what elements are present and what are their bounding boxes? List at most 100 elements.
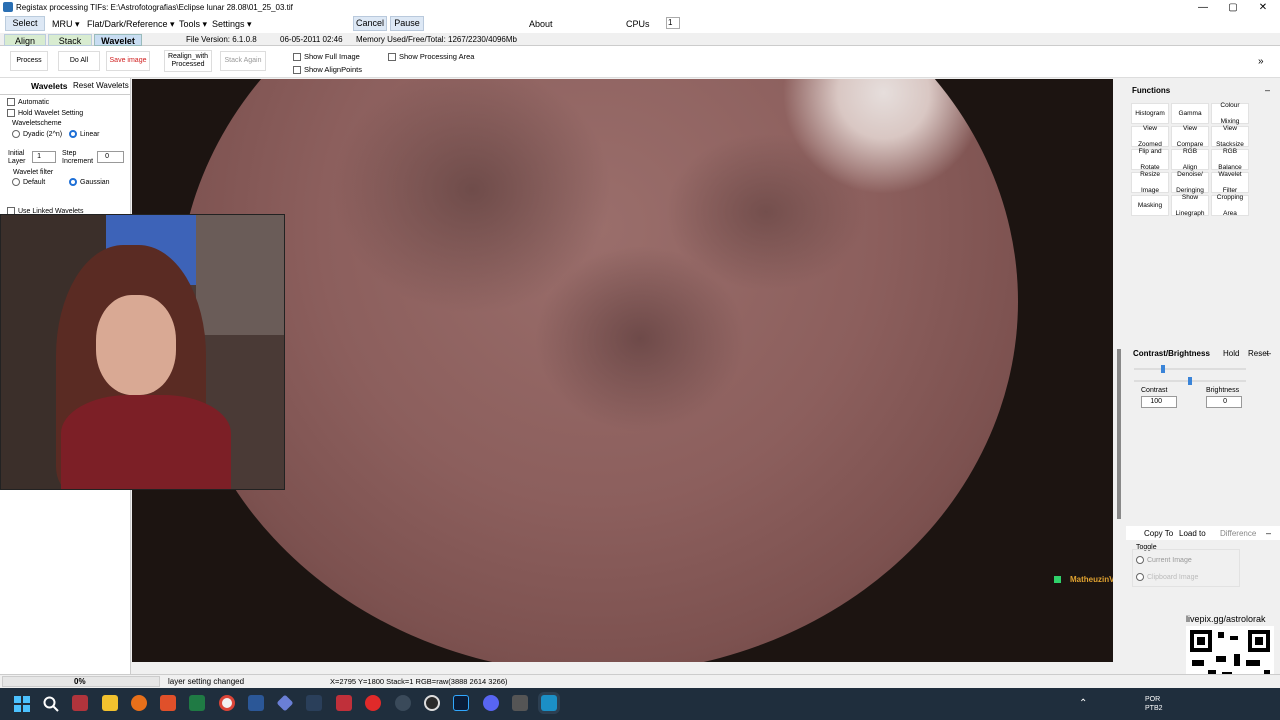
function-button[interactable]: View Stacksize (1211, 125, 1249, 148)
do-all-button[interactable]: Do All (58, 51, 100, 71)
automatic-checkbox[interactable]: Automatic (7, 98, 49, 106)
process-button[interactable]: Process (10, 51, 48, 71)
app-taskbar-icon[interactable] (395, 695, 411, 711)
cancel-button[interactable]: Cancel (353, 16, 387, 31)
menu-about[interactable]: About (529, 19, 553, 29)
step-increment-spinner[interactable]: 0 (97, 151, 124, 163)
tab-align[interactable]: Align (4, 34, 46, 46)
brightness-spinner[interactable]: 0 (1206, 396, 1242, 408)
media-player-icon[interactable] (365, 695, 381, 711)
menu-settings[interactable]: Settings ▾ (212, 19, 252, 30)
initial-layer-spinner[interactable]: 1 (32, 151, 56, 163)
checkbox-box[interactable] (7, 109, 15, 117)
app-taskbar-icon[interactable] (72, 695, 88, 711)
current-image-radio[interactable]: Current Image (1136, 556, 1192, 564)
linear-radio[interactable]: Linear (69, 130, 99, 138)
checkbox-box[interactable] (293, 53, 301, 62)
checkbox-box[interactable] (293, 66, 301, 75)
stack-again-button[interactable]: Stack Again (220, 51, 266, 71)
app-taskbar-icon[interactable] (336, 695, 352, 711)
word-icon[interactable] (248, 695, 264, 711)
excel-icon[interactable] (189, 695, 205, 711)
function-button[interactable]: Show Linegraph (1171, 194, 1209, 217)
function-button[interactable]: View Compare (1171, 125, 1209, 148)
firefox-icon[interactable] (131, 695, 147, 711)
save-image-button[interactable]: Save image (106, 51, 150, 71)
radio-circle[interactable] (1136, 573, 1144, 581)
obs-icon[interactable] (424, 695, 440, 711)
wavelets-header[interactable]: Wavelets (31, 81, 68, 91)
pause-button[interactable]: Pause (390, 16, 424, 31)
brightness-slider-track[interactable] (1134, 377, 1246, 385)
collapse-icon[interactable]: – (1265, 85, 1270, 95)
contrast-slider-track[interactable] (1134, 365, 1246, 373)
load-to-button[interactable]: Load to (1179, 529, 1206, 538)
lrc-icon[interactable] (306, 695, 322, 711)
checkbox-box[interactable] (388, 53, 396, 62)
brightness-label: Brightness (1206, 387, 1240, 394)
clipboard-image-radio[interactable]: Clipboard Image (1136, 573, 1198, 581)
function-button[interactable]: View Zoomed (1131, 125, 1169, 148)
show-full-image-checkbox[interactable]: Show Full Image (293, 52, 360, 62)
radio-circle[interactable] (12, 130, 20, 138)
contrast-slider-thumb[interactable] (1161, 365, 1165, 373)
photoshop-icon[interactable] (453, 695, 469, 711)
radio-circle[interactable] (1136, 556, 1144, 564)
registax-icon[interactable] (541, 695, 557, 711)
copy-to-button[interactable]: Copy To (1144, 529, 1173, 538)
menu-select[interactable]: Select (5, 16, 45, 31)
close-icon[interactable]: ✕ (1248, 0, 1278, 15)
menu-flat-dark-reference[interactable]: Flat/Dark/Reference ▾ (87, 19, 175, 30)
realign-button[interactable]: Realign_with Processed (164, 50, 212, 72)
menu-mru[interactable]: MRU ▾ (52, 19, 80, 30)
radio-circle-selected[interactable] (69, 130, 77, 138)
hold-button[interactable]: Hold (1223, 349, 1239, 358)
hold-wavelet-checkbox[interactable]: Hold Wavelet Setting (7, 109, 83, 117)
chrome-icon[interactable] (219, 695, 235, 711)
default-radio[interactable]: Default (12, 178, 45, 186)
tab-wavelet[interactable]: Wavelet (94, 34, 142, 46)
function-button[interactable]: Gamma (1171, 103, 1209, 124)
expand-icon[interactable]: » (1258, 56, 1264, 67)
search-icon[interactable] (43, 696, 59, 712)
collapse-icon[interactable]: – (1266, 348, 1271, 358)
function-button[interactable]: RGB Align (1171, 148, 1209, 171)
maximize-icon[interactable]: ▢ (1218, 0, 1248, 15)
windows-start-icon[interactable] (14, 696, 30, 712)
scrollbar-thumb[interactable] (1117, 349, 1121, 519)
brightness-slider-thumb[interactable] (1188, 377, 1192, 385)
language-indicator[interactable]: POR PTB2 (1145, 695, 1163, 713)
tab-stack[interactable]: Stack (48, 34, 92, 46)
gaussian-radio[interactable]: Gaussian (69, 178, 110, 186)
file-explorer-icon[interactable] (102, 695, 118, 711)
cpus-spinner[interactable]: 1 (666, 17, 680, 29)
contrast-spinner[interactable]: 100 (1141, 396, 1177, 408)
dyadic-radio[interactable]: Dyadic (2^n) (12, 130, 62, 138)
function-button[interactable]: Histogram (1131, 103, 1169, 124)
function-button[interactable]: Denoise/Deringing (1171, 171, 1209, 194)
function-button[interactable]: Flip and Rotate (1131, 148, 1169, 171)
show-alignpoints-checkbox[interactable]: Show AlignPoints (293, 65, 362, 75)
function-button[interactable]: Colour Mixing (1211, 102, 1249, 125)
initial-layer-label: Initial Layer (8, 150, 26, 166)
brave-icon[interactable] (160, 695, 176, 711)
tray-chevron-icon[interactable]: ⌃ (1079, 698, 1087, 709)
radio-circle-selected[interactable] (69, 178, 77, 186)
viewer-scrollbar[interactable] (1113, 79, 1125, 662)
radio-circle[interactable] (12, 178, 20, 186)
function-button[interactable]: Cropping Area (1211, 194, 1249, 217)
app-taskbar-icon[interactable] (512, 695, 528, 711)
function-button[interactable]: RGB Balance (1211, 148, 1249, 171)
menu-tools[interactable]: Tools ▾ (179, 19, 207, 30)
minimize-icon[interactable]: — (1188, 0, 1218, 15)
reset-wavelets-button[interactable]: Reset Wavelets (73, 81, 129, 90)
show-processing-area-checkbox[interactable]: Show Processing Area (388, 52, 474, 62)
collapse-icon[interactable]: – (1266, 528, 1271, 538)
difference-button[interactable]: Difference (1220, 529, 1256, 538)
discord-icon[interactable] (483, 695, 499, 711)
function-button[interactable]: Masking (1131, 195, 1169, 216)
function-button[interactable]: Resize Image (1131, 171, 1169, 194)
function-button[interactable]: Wavelet Filter (1211, 171, 1249, 194)
moon-image (178, 79, 1018, 662)
checkbox-box[interactable] (7, 98, 15, 106)
